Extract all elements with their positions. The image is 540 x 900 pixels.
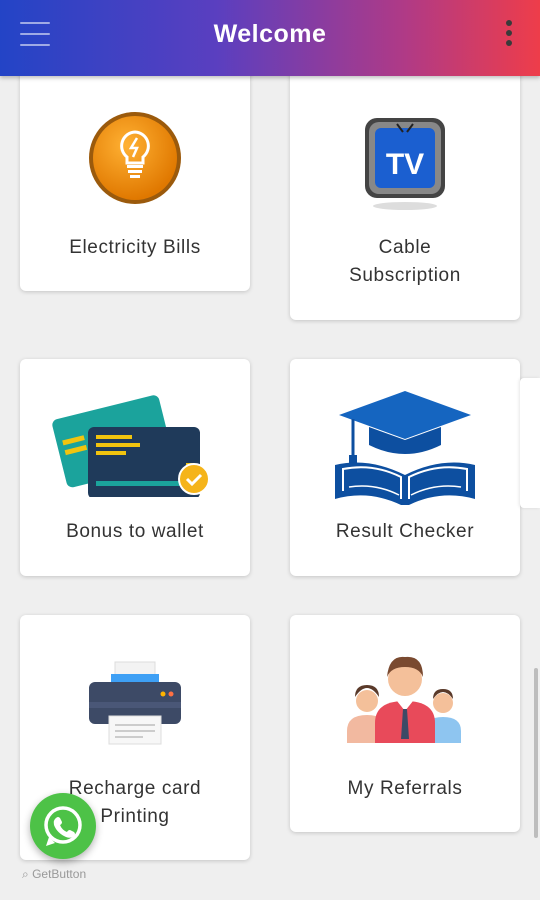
card-label: My Referrals (347, 778, 463, 799)
app-bar: Welcome (0, 0, 540, 76)
card-result-checker[interactable]: Result Checker (290, 359, 520, 576)
side-panel-handle[interactable] (520, 378, 540, 508)
checkmark-icon (178, 463, 210, 495)
tv-icon: TV (365, 118, 445, 210)
svg-text:TV: TV (386, 148, 424, 181)
graduation-cap-icon (335, 391, 475, 505)
scrollbar[interactable] (534, 668, 538, 838)
page-title: Welcome (213, 20, 327, 48)
card-my-referrals[interactable]: My Referrals (290, 615, 520, 832)
card-electricity-bills[interactable]: Electricity Bills (20, 60, 250, 291)
getbutton-logo-icon: ⌕ (22, 867, 29, 881)
whatsapp-icon (44, 806, 82, 846)
more-options-icon[interactable] (504, 20, 514, 50)
whatsapp-button[interactable] (30, 793, 96, 859)
card-bonus-to-wallet[interactable]: Bonus to wallet (20, 359, 250, 576)
card-label: Bonus to wallet (66, 521, 204, 542)
card-cable-subscription[interactable]: TV Cable Subscription (290, 60, 520, 320)
getbutton-credit[interactable]: ⌕ GetButton (22, 867, 86, 882)
card-label: Electricity Bills (69, 237, 201, 258)
card-label: Result Checker (335, 521, 475, 542)
getbutton-label: GetButton (32, 867, 87, 881)
lightbulb-icon (89, 112, 181, 204)
people-icon (347, 656, 461, 743)
printer-icon (89, 661, 181, 745)
card-label: Cable Subscription (349, 237, 461, 286)
